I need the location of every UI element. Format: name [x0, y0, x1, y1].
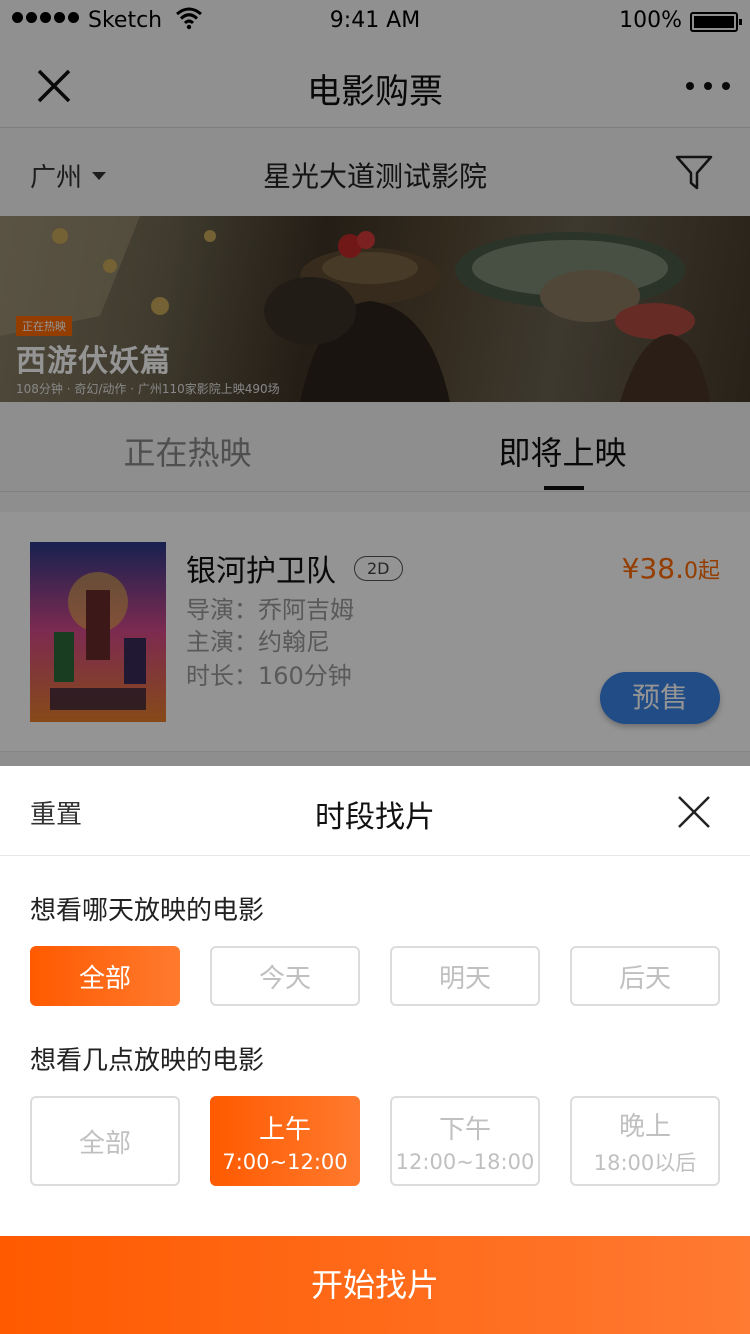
slot-option-morning[interactable]: 上午 7:00~12:00	[210, 1096, 360, 1186]
sheet-title: 时段找片	[315, 800, 435, 835]
day-question: 想看哪天放映的电影	[30, 896, 265, 926]
day-option-tomorrow[interactable]: 明天	[390, 946, 540, 1006]
time-question: 想看几点放映的电影	[30, 1046, 265, 1076]
day-option-day-after[interactable]: 后天	[570, 946, 720, 1006]
slot-label: 上午	[258, 1114, 311, 1145]
slot-option-all[interactable]: 全部	[30, 1096, 180, 1186]
slot-option-afternoon[interactable]: 下午 12:00~18:00	[390, 1096, 540, 1186]
slot-range: 12:00~18:00	[395, 1149, 535, 1174]
day-option-today[interactable]: 今天	[210, 946, 360, 1006]
day-option-label: 明天	[438, 963, 491, 994]
slot-label: 下午	[438, 1114, 491, 1145]
slot-label: 全部	[78, 1128, 131, 1159]
sheet-header: 重置 时段找片	[0, 766, 750, 856]
sheet-close-icon[interactable]	[674, 792, 714, 832]
day-option-label: 全部	[78, 963, 131, 994]
screen: Sketch 9:41 AM 100% 电影购票 广州 星光大道测试影院 正在热…	[0, 0, 750, 1334]
modal-overlay[interactable]	[0, 0, 750, 766]
slot-option-evening[interactable]: 晚上 18:00以后	[570, 1096, 720, 1186]
slot-range: 18:00以后	[593, 1150, 697, 1175]
slot-label: 晚上	[618, 1111, 671, 1142]
start-search-button[interactable]: 开始找片	[0, 1236, 750, 1334]
time-filter-sheet: 重置 时段找片 想看哪天放映的电影 全部 今天 明天 后天 想看几点放映的电影 …	[0, 766, 750, 1334]
slot-range: 7:00~12:00	[222, 1149, 348, 1174]
day-option-label: 今天	[258, 963, 311, 994]
day-option-label: 后天	[618, 963, 671, 994]
day-option-all[interactable]: 全部	[30, 946, 180, 1006]
